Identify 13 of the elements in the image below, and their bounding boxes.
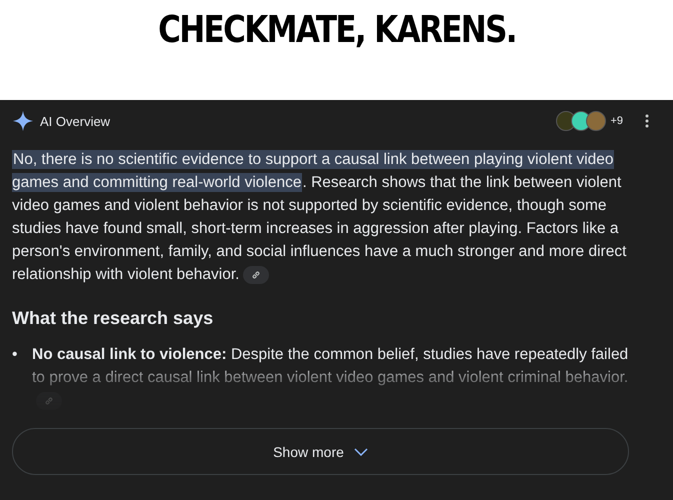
meme-caption: CHECKMATE, KARENS. [158, 8, 516, 51]
chevron-down-icon [354, 448, 368, 456]
section-heading: What the research says [12, 308, 214, 329]
source-avatar[interactable] [586, 111, 606, 131]
link-icon[interactable] [243, 266, 270, 284]
overview-title: AI Overview [40, 114, 110, 128]
show-more-button[interactable]: Show more [12, 428, 629, 475]
source-count[interactable]: +9 [610, 115, 623, 127]
bullet-marker: • [12, 345, 18, 365]
more-options-icon[interactable] [645, 114, 649, 128]
sparkle-icon [12, 110, 34, 132]
bullet-text: No causal link to violence: Despite the common belief, studies have repeatedly failed to prove a direct causal link between violent video games and violent criminal behavior. [32, 343, 638, 412]
overview-paragraph: No, there is no scientific evidence to support a causal link between playing violent video games and committing real-world violence. Research shows that the link between violent video games and violent behavior is not supported by scientific evidence, though some studies have found small, short-term increases in aggression after playing. Factors like a person's environment, family, and social influences have a much stronger and more direct relationship with violent behavior. [12, 149, 628, 286]
